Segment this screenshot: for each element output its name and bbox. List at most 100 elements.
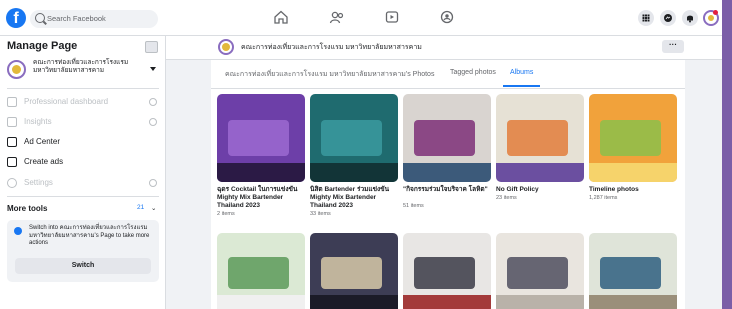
page-name: คณะการท่องเที่ยวและการโรงแรม มหาวิทยาลัย… (33, 59, 129, 74)
switch-profile-box: Switch into คณะการท่องเที่ยวและการโรงแรม… (7, 220, 159, 282)
album-photo-shape (320, 257, 383, 289)
sidebar-item-settings[interactable]: Settings (7, 176, 159, 191)
album-item-count: 33 items (310, 211, 331, 217)
album-photo-shape (310, 295, 398, 309)
album-card[interactable] (589, 233, 677, 309)
page-avatar[interactable] (218, 39, 234, 55)
album-card[interactable]: นิสิต Bartender ร่วมแข่งขัน Mighty Mix B… (310, 94, 398, 229)
album-card[interactable] (310, 233, 398, 309)
tab-albums[interactable]: Albums (510, 69, 533, 76)
album-thumbnail[interactable] (217, 233, 305, 309)
album-thumbnail[interactable] (217, 94, 305, 182)
divider (7, 196, 159, 197)
album-title[interactable]: นิสิต Bartender ร่วมแข่งขัน Mighty Mix B… (310, 186, 400, 210)
page-header: คณะการท่องเที่ยวและการโรงแรม มหาวิทยาลัย… (166, 36, 722, 60)
sidebar-item-label: Settings (24, 178, 53, 187)
album-photo-shape (403, 162, 491, 182)
album-card[interactable]: "กิจกรรมร่วมใจบริจาค โลหิต" 51 items (403, 94, 491, 229)
album-photo-shape (310, 162, 398, 182)
account-icon[interactable] (703, 10, 719, 26)
album-photo-shape (506, 120, 569, 156)
album-photo-shape (496, 162, 584, 182)
settings-icon (7, 178, 17, 188)
video-icon[interactable] (384, 10, 400, 24)
dashboard-icon (7, 97, 17, 107)
home-icon[interactable] (273, 10, 289, 24)
info-icon (149, 118, 157, 126)
info-icon (149, 98, 157, 106)
sidebar-item-ad-center[interactable]: Ad Center (7, 135, 159, 150)
people-icon[interactable] (329, 10, 345, 24)
tab-tagged-photos[interactable]: Tagged photos (450, 69, 496, 76)
chevron-down-icon (150, 67, 156, 71)
sidebar-item-label: Professional dashboard (24, 97, 109, 106)
messenger-icon[interactable] (660, 10, 676, 26)
top-navigation-bar: f Search Facebook (0, 0, 722, 36)
album-photo-shape (413, 257, 476, 289)
groups-icon[interactable] (439, 10, 455, 24)
tab-page-photos[interactable]: คณะการท่องเที่ยวและการโรงแรม มหาวิทยาลัย… (225, 69, 434, 80)
photo-tabs: คณะการท่องเที่ยวและการโรงแรม มหาวิทยาลัย… (211, 60, 685, 89)
album-photo-shape (496, 295, 584, 309)
sidebar-item-professional-dashboard[interactable]: Professional dashboard (7, 95, 159, 110)
page-switcher[interactable]: คณะการท่องเที่ยวและการโรงแรม มหาวิทยาลัย… (7, 58, 157, 82)
switch-button[interactable]: Switch (15, 258, 151, 274)
album-item-count: 1,287 items (589, 195, 618, 201)
album-item-count: 51 items (403, 203, 424, 209)
album-thumbnail[interactable] (589, 94, 677, 182)
menu-grid-icon[interactable] (638, 10, 654, 26)
search-icon (35, 13, 45, 23)
album-card[interactable]: No Gift Policy 23 items (496, 94, 584, 229)
album-thumbnail[interactable] (310, 233, 398, 309)
photos-panel: คณะการท่องเที่ยวและการโรงแรม มหาวิทยาลัย… (211, 60, 685, 309)
album-photo-shape (403, 295, 491, 309)
album-thumbnail[interactable] (496, 94, 584, 182)
album-thumbnail[interactable] (403, 233, 491, 309)
album-photo-shape (589, 162, 677, 182)
album-thumbnail[interactable] (496, 233, 584, 309)
insights-icon (7, 117, 17, 127)
album-title[interactable]: ฉุดร Cocktail ในการแข่งขัน Mighty Mix Ba… (217, 186, 307, 210)
album-card[interactable] (217, 233, 305, 309)
album-photo-shape (589, 295, 677, 309)
sidebar-title: Manage Page (7, 40, 78, 52)
album-thumbnail[interactable] (310, 94, 398, 182)
account-avatar (708, 15, 714, 21)
album-item-count: 23 items (496, 195, 517, 201)
facebook-logo[interactable]: f (6, 8, 26, 28)
album-photo-shape (599, 257, 662, 289)
info-icon (149, 179, 157, 187)
album-thumbnail[interactable] (589, 233, 677, 309)
album-title[interactable]: No Gift Policy (496, 186, 586, 194)
album-title[interactable]: "กิจกรรมร่วมใจบริจาค โลหิต" (403, 186, 493, 194)
megaphone-icon (7, 137, 17, 147)
album-card[interactable]: ฉุดร Cocktail ในการแข่งขัน Mighty Mix Ba… (217, 94, 305, 229)
more-tools-count: 21 (137, 204, 145, 211)
main-content: คณะการท่องเที่ยวและการโรงแรม มหาวิทยาลัย… (166, 36, 722, 309)
album-card[interactable] (403, 233, 491, 309)
notification-dot (713, 10, 718, 15)
album-photo-shape (227, 257, 290, 289)
album-item-count: 2 items (217, 211, 235, 217)
search-input[interactable]: Search Facebook (30, 10, 158, 28)
album-title[interactable]: Timeline photos (589, 186, 679, 194)
facebook-window: f Search Facebook Manage Page คณะการท่อง… (0, 0, 722, 309)
chevron-down-icon[interactable]: ⌄ (151, 204, 156, 212)
sidebar-item-insights[interactable]: Insights (7, 115, 159, 130)
sidebar-item-create-ads[interactable]: Create ads (7, 155, 159, 170)
bell-icon[interactable] (682, 10, 698, 26)
album-card[interactable]: Timeline photos 1,287 items (589, 94, 677, 229)
page-header-name[interactable]: คณะการท่องเที่ยวและการโรงแรม มหาวิทยาลัย… (241, 42, 422, 53)
manage-page-sidebar: Manage Page คณะการท่องเที่ยวและการโรงแรม… (0, 36, 166, 309)
sidebar-item-label: Ad Center (24, 137, 61, 146)
album-photo-shape (506, 257, 569, 289)
collapse-sidebar-icon[interactable] (145, 41, 158, 53)
album-card[interactable] (496, 233, 584, 309)
album-thumbnail[interactable] (403, 94, 491, 182)
divider (7, 88, 159, 89)
search-placeholder: Search Facebook (47, 14, 106, 23)
edit-icon (7, 157, 17, 167)
more-tools-heading[interactable]: More tools (7, 204, 47, 213)
more-options-button[interactable]: ··· (662, 40, 684, 53)
album-photo-shape (217, 295, 305, 309)
